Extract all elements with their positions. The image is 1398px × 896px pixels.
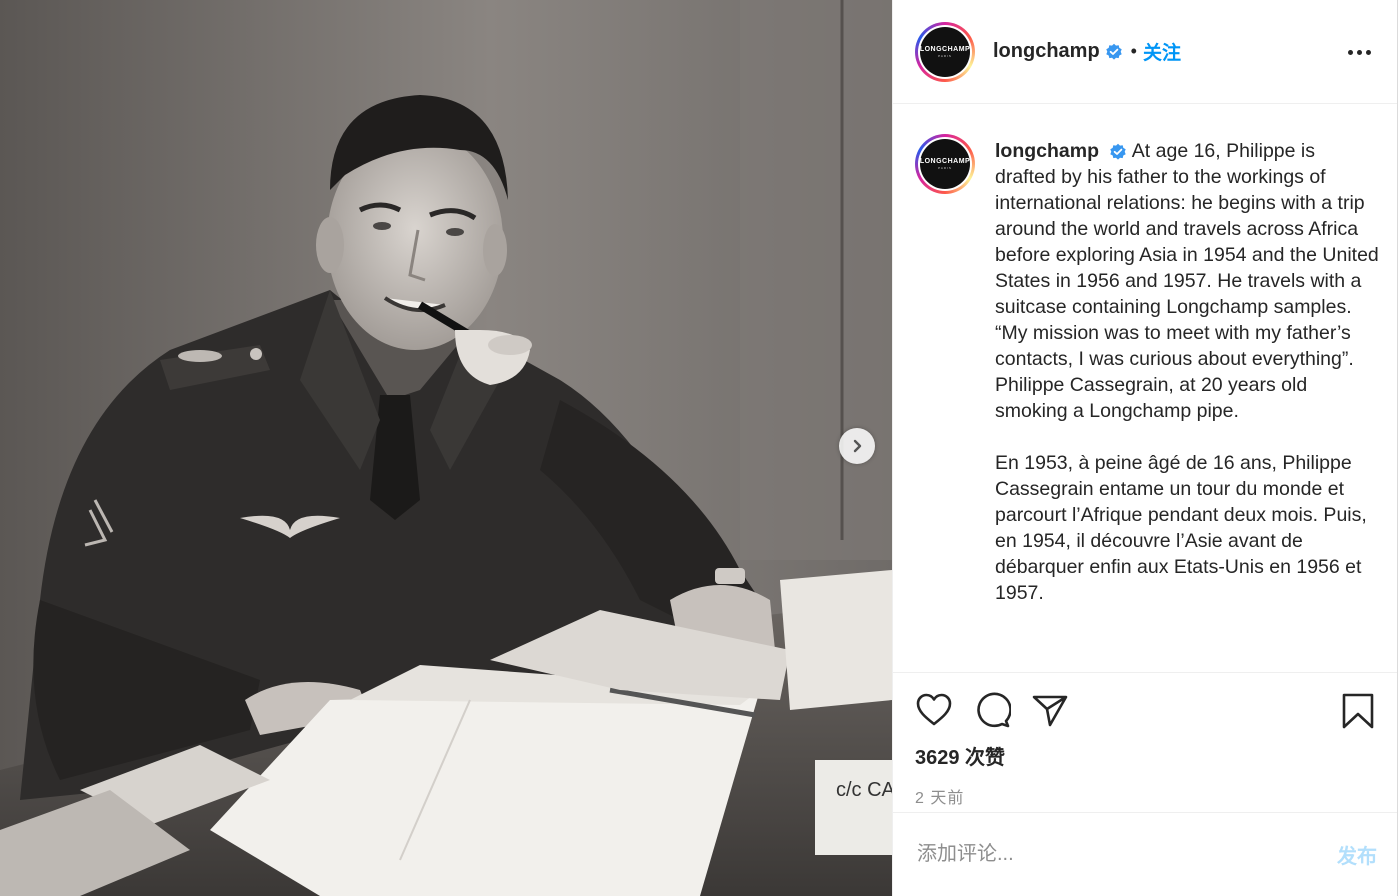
bookmark-icon[interactable] [1341, 692, 1375, 735]
verified-badge-icon [1109, 143, 1127, 161]
doc-label: c/c CA [836, 779, 892, 801]
heart-icon[interactable] [915, 691, 953, 729]
next-photo-button[interactable] [839, 428, 875, 464]
caption-area[interactable]: LONGCHAMP PARIS longchamp At age 16, Phi… [893, 104, 1397, 672]
comment-input[interactable] [915, 842, 1337, 867]
instagram-post-modal: c/c CA LONGCHAMP PARIS longchamp • 关注 LO… [0, 0, 1398, 896]
avatar-story-ring[interactable]: LONGCHAMP PARIS [915, 21, 975, 82]
paper-plane-icon[interactable] [1031, 691, 1069, 729]
caption-avatar-ring[interactable]: LONGCHAMP PARIS [915, 134, 975, 194]
vintage-photo-scene: c/c CA [0, 0, 892, 896]
avatar-logo-text: LONGCHAMP [919, 45, 971, 53]
caption-row: LONGCHAMP PARIS longchamp At age 16, Phi… [915, 134, 1381, 632]
post-side-panel: LONGCHAMP PARIS longchamp • 关注 LONGCHAMP… [892, 0, 1397, 896]
caption-avatar-logo-text: LONGCHAMP [919, 158, 971, 165]
post-header: LONGCHAMP PARIS longchamp • 关注 [893, 0, 1397, 104]
add-comment-bar: 发布 [893, 812, 1397, 896]
caption-username[interactable]: longchamp [995, 140, 1099, 162]
avatar-logo-subtext: PARIS [938, 53, 952, 58]
caption-avatar[interactable]: LONGCHAMP PARIS [920, 139, 970, 189]
more-options-icon[interactable] [1348, 50, 1371, 55]
caption-paragraph-fr: En 1953, à peine âgé de 16 ans, Philippe… [995, 452, 1367, 604]
caption-text: longchamp At age 16, Philippe is drafted… [995, 138, 1381, 632]
chevron-right-icon [853, 439, 862, 453]
avatar[interactable]: LONGCHAMP PARIS [919, 26, 971, 77]
caption-paragraph-en: At age 16, Philippe is drafted by his fa… [995, 140, 1379, 422]
comment-bubble-icon[interactable] [973, 691, 1011, 729]
post-timestamp[interactable]: 2 天前 [915, 784, 1375, 808]
post-photo[interactable]: c/c CA [0, 0, 892, 896]
post-comment-button[interactable]: 发布 [1337, 840, 1377, 869]
verified-badge-icon [1105, 43, 1123, 61]
like-count[interactable]: 3629 次赞 [915, 741, 1375, 770]
caption-avatar-logo-subtext: PARIS [938, 166, 952, 170]
action-icons-row [915, 673, 1375, 747]
header-username[interactable]: longchamp [993, 40, 1100, 63]
post-actions: 3629 次赞 2 天前 [893, 672, 1397, 812]
follow-button[interactable]: 关注 [1143, 38, 1181, 65]
separator-dot: • [1130, 41, 1137, 61]
